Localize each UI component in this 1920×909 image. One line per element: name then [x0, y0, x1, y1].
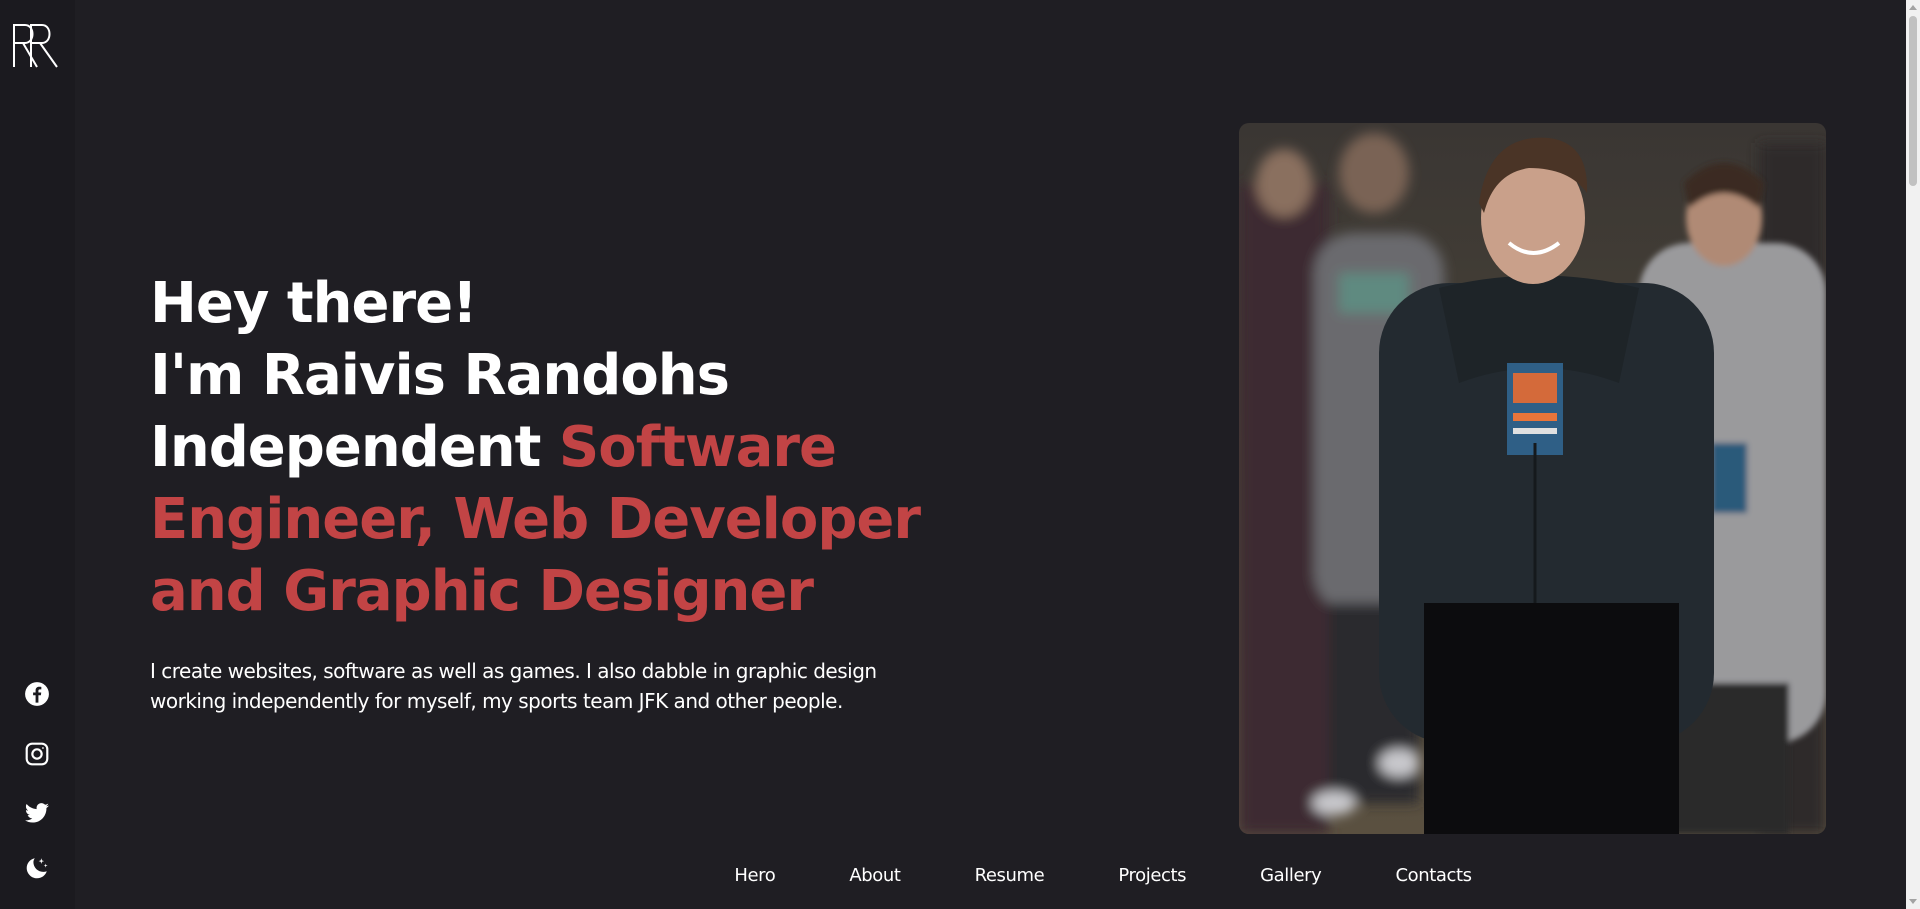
profile-photo [1239, 123, 1826, 834]
greeting: Hey there! [150, 271, 478, 336]
hero-text: Hey there! I'm Raivis Randohs Independen… [150, 268, 950, 716]
role-accent-3: and Graphic Designer [150, 559, 814, 624]
logo[interactable] [11, 21, 63, 69]
scroll-up-arrow-icon[interactable] [1909, 5, 1917, 10]
instagram-icon[interactable] [22, 739, 52, 769]
intro-line-1: I create websites, software as well as g… [150, 659, 877, 683]
role-accent-1: Software [558, 415, 837, 480]
role-accent-2: Engineer, Web Developer [150, 487, 921, 552]
nav-projects[interactable]: Projects [1118, 865, 1186, 886]
hero-intro: I create websites, software as well as g… [150, 656, 940, 716]
nav-hero[interactable]: Hero [734, 865, 775, 886]
nav-gallery[interactable]: Gallery [1260, 865, 1322, 886]
scrollbar[interactable] [1906, 0, 1920, 909]
moon-stars-icon[interactable] [22, 853, 52, 883]
sidebar [0, 0, 75, 909]
role-prefix: Independent [150, 415, 559, 480]
intro-line-2: working independently for myself, my spo… [150, 689, 843, 713]
nav-contacts[interactable]: Contacts [1395, 865, 1472, 886]
nav-resume[interactable]: Resume [975, 865, 1045, 886]
scroll-thumb[interactable] [1909, 16, 1917, 186]
name-line: I'm Raivis Randohs [150, 343, 730, 408]
twitter-icon[interactable] [22, 799, 52, 829]
hero-headline: Hey there! I'm Raivis Randohs Independen… [150, 268, 950, 628]
nav-about[interactable]: About [849, 865, 901, 886]
hero-section: Hey there! I'm Raivis Randohs Independen… [75, 0, 1906, 909]
scroll-down-arrow-icon[interactable] [1909, 899, 1917, 904]
section-nav: Hero About Resume Projects Gallery Conta… [150, 855, 1920, 895]
facebook-icon[interactable] [22, 679, 52, 709]
